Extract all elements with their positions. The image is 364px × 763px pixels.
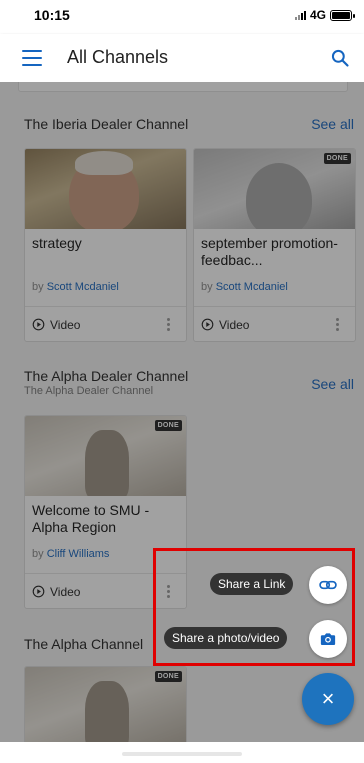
status-time: 10:15: [34, 7, 70, 23]
menu-icon[interactable]: [22, 50, 42, 66]
network-label: 4G: [309, 8, 326, 22]
link-icon: [319, 580, 337, 590]
share-photo-video-label[interactable]: Share a photo/video: [164, 627, 288, 649]
status-indicators: 4G: [294, 8, 355, 22]
app-bar: All Channels: [0, 34, 364, 82]
close-icon: ×: [321, 686, 335, 711]
home-indicator: [122, 752, 242, 756]
share-link-button[interactable]: [309, 566, 347, 604]
page-title: All Channels: [67, 47, 169, 67]
bottom-bar: [0, 742, 364, 763]
battery-icon: [330, 9, 355, 21]
share-link-label[interactable]: Share a Link: [210, 573, 294, 595]
status-bar: 10:15 4G: [0, 0, 364, 30]
signal-icon: [294, 10, 306, 20]
camera-icon: [320, 633, 336, 645]
share-photo-video-button[interactable]: [309, 620, 347, 658]
search-icon[interactable]: [330, 48, 350, 68]
close-fab-button[interactable]: ×: [302, 673, 354, 725]
